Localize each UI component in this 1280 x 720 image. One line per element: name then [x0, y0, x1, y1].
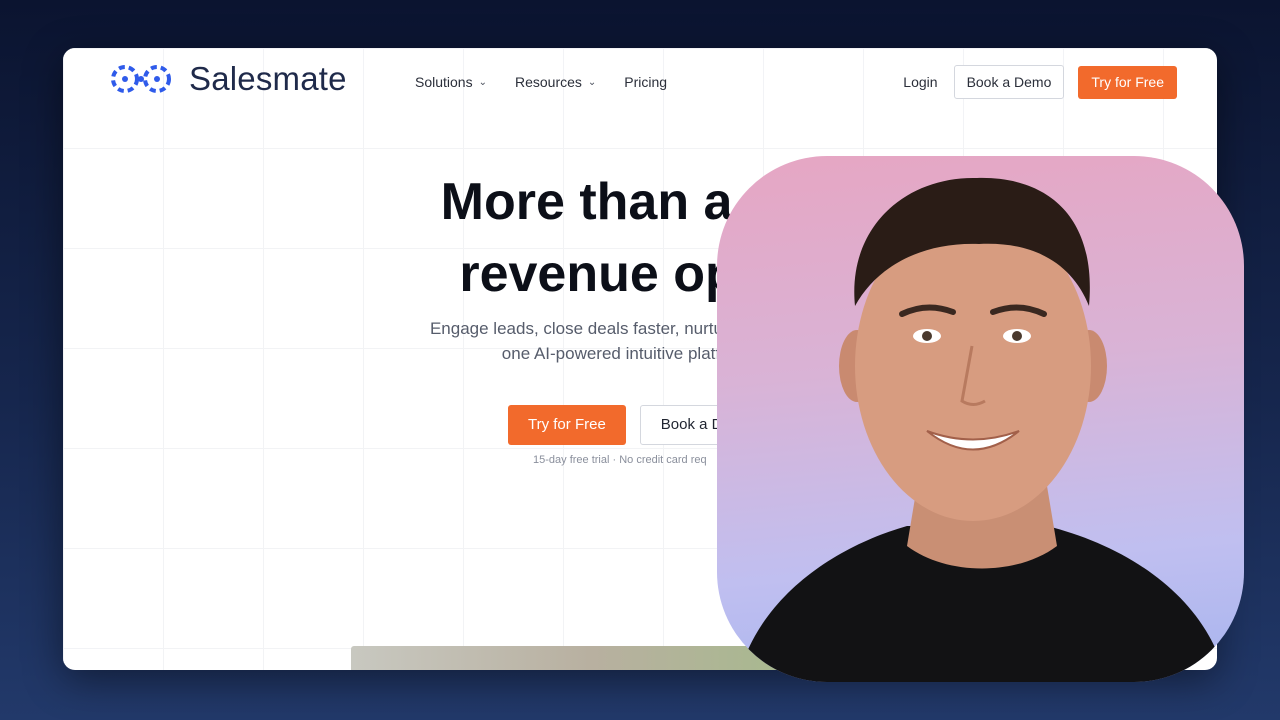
- brand-logo[interactable]: Salesmate: [105, 60, 347, 98]
- book-demo-button[interactable]: Book a Demo: [953, 65, 1065, 99]
- menu-item-label: Solutions: [415, 74, 473, 90]
- trial-note: 15-day free trial · No credit card req: [533, 454, 707, 466]
- menu-item-resources[interactable]: Resources ⌄: [515, 74, 596, 90]
- menu-item-label: Pricing: [624, 74, 668, 90]
- menu-item-pricing[interactable]: Pricing: [624, 74, 667, 90]
- hero-try-free-button[interactable]: Try for Free: [508, 405, 626, 445]
- hero-cta-row: Try for Free Book a D: [508, 405, 744, 445]
- menu-item-label: Resources: [514, 74, 582, 90]
- login-link[interactable]: Login: [903, 74, 937, 90]
- brand-name: Salesmate: [189, 60, 347, 97]
- chevron-down-icon: ⌄: [478, 76, 487, 88]
- site-navbar: Salesmate Solutions ⌄ Resources ⌄ Pricin…: [63, 48, 1217, 116]
- chevron-down-icon: ⌄: [587, 76, 597, 88]
- salesmate-logo-icon: [111, 65, 171, 93]
- webcam-overlay: [717, 156, 1244, 682]
- nav-actions: Login Book a Demo Try for Free: [903, 65, 1177, 99]
- menu-item-solutions[interactable]: Solutions ⌄: [415, 74, 487, 90]
- presenter-video-frame: [737, 177, 1227, 682]
- main-menu: Solutions ⌄ Resources ⌄ Pricing: [415, 74, 667, 90]
- try-free-button[interactable]: Try for Free: [1078, 65, 1177, 99]
